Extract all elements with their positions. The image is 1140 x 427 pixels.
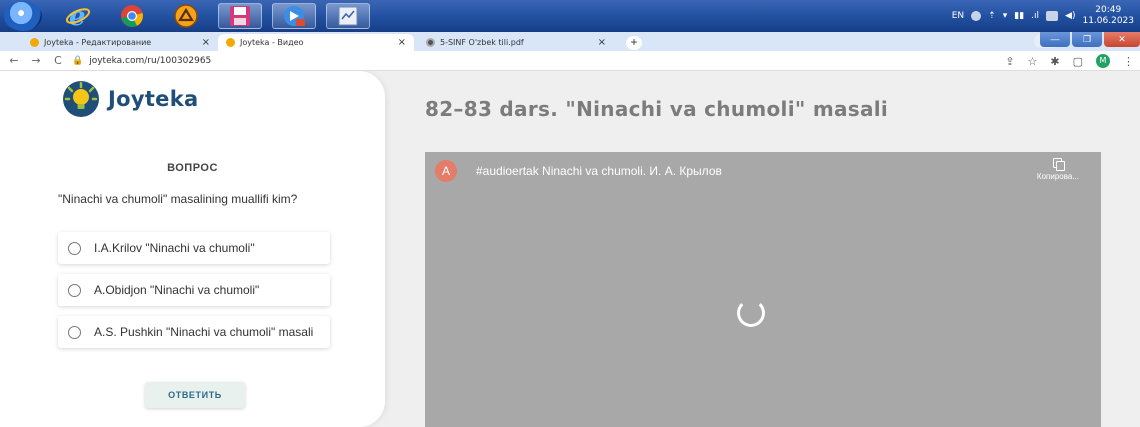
copy-link-button[interactable]: Копирова... — [1037, 158, 1079, 181]
volume-icon[interactable]: ◀) — [1065, 11, 1075, 21]
address-bar-row: ← → C 🔒 joyteka.com/ru/100302965 ⇪ ☆ ✱ ▢… — [0, 51, 1140, 71]
chrome-icon[interactable] — [110, 3, 154, 29]
bookmark-star-icon[interactable]: ☆ — [1028, 55, 1038, 68]
clock-time: 20:49 — [1095, 5, 1122, 15]
system-tray: EN ⇡ ▾ ▮▮ .ıl ◀) 20:49 11.06.2023 — [952, 0, 1134, 32]
radio-button-icon[interactable] — [68, 284, 81, 297]
close-tab-icon[interactable]: × — [598, 37, 606, 48]
close-window-button[interactable]: ✕ — [1104, 32, 1140, 47]
copy-link-label: Копирова... — [1036, 172, 1079, 181]
question-text: "Ninachi va chumoli" masalining muallifi… — [58, 192, 298, 206]
globe-favicon-icon — [426, 38, 435, 47]
quiz-sidebar: Joyteka ВОПРОС "Ninachi va chumoli" masa… — [0, 71, 385, 427]
channel-avatar[interactable]: A — [435, 160, 457, 182]
start-button[interactable] — [4, 1, 42, 31]
brand-name: Joyteka — [108, 87, 199, 111]
answer-option-1[interactable]: I.A.Krilov "Ninachi va chumoli" — [58, 232, 330, 264]
url-text: joyteka.com/ru/100302965 — [89, 55, 212, 66]
lock-icon: 🔒 — [72, 55, 84, 66]
internet-explorer-icon[interactable]: e — [56, 3, 100, 29]
question-heading: ВОПРОС — [167, 162, 218, 174]
tab-joyteka-edit[interactable]: Joyteka - Редактирование × — [22, 34, 218, 51]
tray-flag-icon[interactable]: ⇡ — [988, 11, 996, 21]
tab-label: Joyteka - Редактирование — [44, 38, 152, 47]
close-tab-icon[interactable]: × — [202, 37, 210, 48]
media-player-icon[interactable] — [272, 3, 316, 29]
answer-option-label: I.A.Krilov "Ninachi va chumoli" — [94, 241, 255, 255]
os-taskbar: e EN ⇡ ▾ ▮▮ .ıl ◀) 20:49 11.06.2023 — [0, 0, 1140, 32]
tab-joyteka-video[interactable]: Joyteka - Видео × — [218, 34, 414, 51]
joyteka-logo[interactable]: Joyteka — [62, 80, 198, 118]
joyteka-favicon-icon — [226, 38, 235, 47]
reload-icon[interactable]: C — [50, 54, 66, 67]
tab-label: Joyteka - Видео — [240, 38, 304, 47]
clock-date: 11.06.2023 — [1082, 16, 1134, 26]
new-tab-button[interactable]: + — [626, 36, 642, 50]
profile-avatar[interactable]: M — [1096, 54, 1110, 68]
answer-submit-button[interactable]: ОТВЕТИТЬ — [145, 382, 245, 408]
menu-kebab-icon[interactable]: ⋮ — [1123, 55, 1134, 68]
joyteka-favicon-icon — [30, 38, 39, 47]
floppy-disk-icon[interactable] — [218, 3, 262, 29]
answer-option-label: A.S. Pushkin "Ninachi va chumoli" masali — [94, 325, 314, 339]
clock[interactable]: 20:49 11.06.2023 — [1082, 5, 1134, 27]
notepad-icon[interactable] — [326, 3, 370, 29]
signal-icon[interactable]: .ıl — [1031, 11, 1039, 21]
window-controls: — ❐ ✕ — [1040, 32, 1140, 51]
answer-option-3[interactable]: A.S. Pushkin "Ninachi va chumoli" masali — [58, 316, 330, 348]
page-content: Joyteka ВОПРОС "Ninachi va chumoli" masa… — [0, 71, 1140, 427]
avast-icon[interactable] — [164, 3, 208, 29]
network-icon[interactable]: ▮▮ — [1014, 11, 1024, 21]
answer-option-2[interactable]: A.Obidjon "Ninachi va chumoli" — [58, 274, 330, 306]
lightbulb-logo-icon — [62, 80, 100, 118]
tab-pdf[interactable]: 5-SINF O'zbek tili.pdf × — [418, 34, 614, 51]
back-icon[interactable]: ← — [6, 54, 22, 67]
extensions-icon[interactable]: ✱ — [1050, 55, 1059, 68]
close-tab-icon[interactable]: × — [398, 37, 406, 48]
url-field[interactable]: 🔒 joyteka.com/ru/100302965 — [72, 56, 211, 66]
lesson-title: 82–83 dars. "Ninachi va chumoli" masali — [425, 97, 889, 121]
svg-text:e: e — [69, 4, 86, 28]
side-panel-icon[interactable]: ▢ — [1073, 55, 1083, 68]
tab-label: 5-SINF O'zbek tili.pdf — [440, 38, 524, 47]
language-indicator[interactable]: EN — [952, 11, 964, 21]
video-title[interactable]: #audioertak Ninachi va chumoli. И. А. Кр… — [476, 164, 722, 178]
answer-option-label: A.Obidjon "Ninachi va chumoli" — [94, 283, 260, 297]
minimize-button[interactable]: — — [1040, 32, 1070, 47]
browser-tabstrip: Joyteka - Редактирование × Joyteka - Вид… — [0, 32, 1140, 51]
copy-icon — [1052, 158, 1065, 171]
loading-spinner-icon — [737, 299, 765, 327]
radio-button-icon[interactable] — [68, 242, 81, 255]
help-icon[interactable] — [971, 11, 982, 21]
maximize-button[interactable]: ❐ — [1072, 32, 1102, 47]
toolbar-actions: ⇪ ☆ ✱ ▢ M ⋮ — [1005, 51, 1134, 71]
radio-button-icon[interactable] — [68, 326, 81, 339]
tray-app-icon[interactable] — [1046, 11, 1059, 21]
tray-chevron-icon[interactable]: ▾ — [1003, 11, 1008, 21]
video-player[interactable]: A #audioertak Ninachi va chumoli. И. А. … — [425, 152, 1101, 427]
forward-icon[interactable]: → — [28, 54, 44, 67]
share-icon[interactable]: ⇪ — [1005, 55, 1014, 68]
